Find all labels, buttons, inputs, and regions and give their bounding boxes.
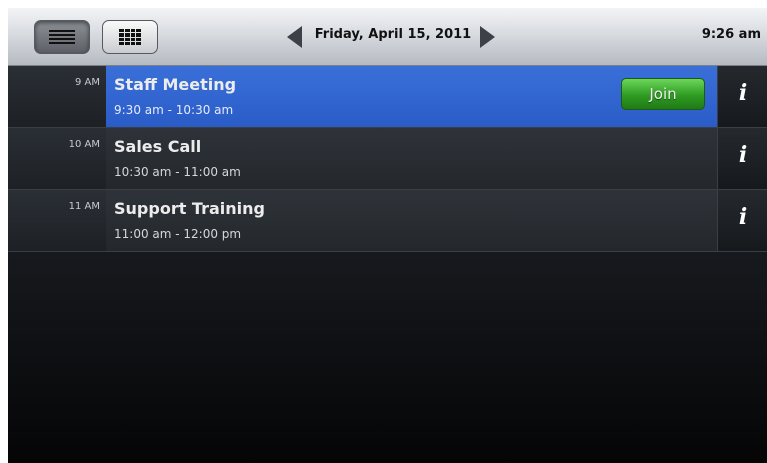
device-screen: Friday, April 15, 2011 9:26 am 9 AM Staf… xyxy=(8,8,767,463)
info-icon: i xyxy=(738,80,748,106)
next-day-arrow-icon[interactable] xyxy=(480,26,495,48)
agenda-list: 9 AM Staff Meeting 9:30 am - 10:30 am Jo… xyxy=(8,66,767,252)
info-icon: i xyxy=(738,142,748,168)
hour-label: 10 AM xyxy=(68,139,100,150)
event-row: 11 AM Support Training 11:00 am - 12:00 … xyxy=(8,190,767,252)
hour-column: 10 AM xyxy=(8,128,106,189)
grid-view-button[interactable] xyxy=(102,20,158,54)
list-icon xyxy=(49,30,75,44)
info-button[interactable]: i xyxy=(717,66,767,127)
info-button[interactable]: i xyxy=(717,190,767,251)
event-title: Sales Call xyxy=(114,137,202,156)
event-row: 10 AM Sales Call 10:30 am - 11:00 am i xyxy=(8,128,767,190)
event-item[interactable]: Sales Call 10:30 am - 11:00 am xyxy=(106,128,717,189)
current-date: Friday, April 15, 2011 xyxy=(314,27,472,42)
event-item[interactable]: Support Training 11:00 am - 12:00 pm xyxy=(106,190,717,251)
event-row: 9 AM Staff Meeting 9:30 am - 10:30 am Jo… xyxy=(8,66,767,128)
grid-icon xyxy=(119,29,141,45)
event-time-range: 11:00 am - 12:00 pm xyxy=(114,227,242,241)
event-title: Support Training xyxy=(114,199,265,218)
join-button[interactable]: Join xyxy=(621,78,705,110)
info-button[interactable]: i xyxy=(717,128,767,189)
hour-label: 9 AM xyxy=(74,77,100,88)
top-bar: Friday, April 15, 2011 9:26 am xyxy=(8,8,767,66)
previous-day-arrow-icon[interactable] xyxy=(287,26,302,48)
hour-column: 9 AM xyxy=(8,66,106,127)
event-title: Staff Meeting xyxy=(114,75,237,94)
hour-column: 11 AM xyxy=(8,190,106,251)
info-icon: i xyxy=(738,204,748,230)
hour-label: 11 AM xyxy=(68,201,100,212)
event-item[interactable]: Staff Meeting 9:30 am - 10:30 am Join xyxy=(106,66,717,127)
event-time-range: 10:30 am - 11:00 am xyxy=(114,165,241,179)
list-view-button[interactable] xyxy=(34,20,90,54)
event-time-range: 9:30 am - 10:30 am xyxy=(114,103,234,117)
current-time: 9:26 am xyxy=(701,27,761,42)
